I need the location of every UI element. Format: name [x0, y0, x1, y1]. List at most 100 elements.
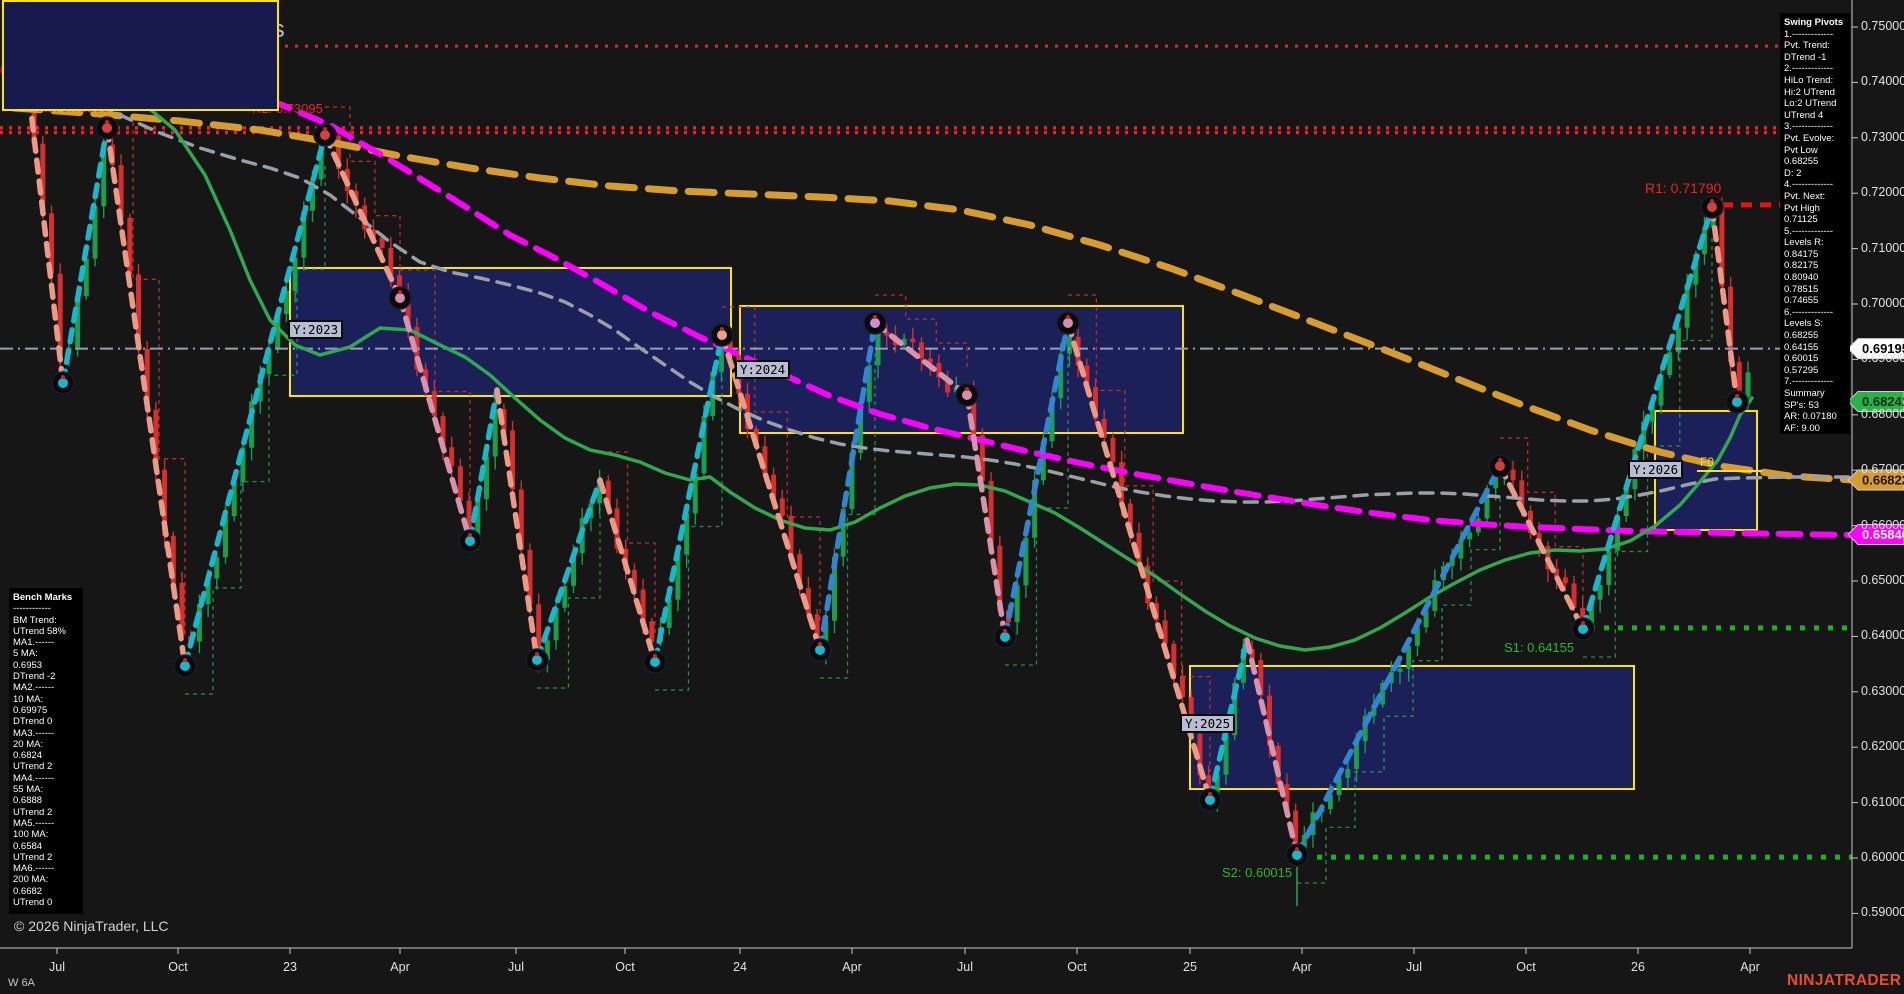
swing-pivots-line: 0.60015 — [1784, 353, 1846, 365]
swing-pivots-line: D: 2 — [1784, 168, 1846, 180]
y-axis-label: 0.69000 — [1861, 351, 1904, 365]
swing-pivots-line: Lo:2 UTrend — [1784, 98, 1846, 110]
swing-pivots-line: Summary — [1784, 388, 1846, 400]
y-axis-label: 0.75000 — [1861, 19, 1904, 33]
swing-pivots-line: 5.------------- — [1784, 226, 1846, 238]
benchmarks-line: UTrend 0 — [13, 897, 79, 908]
y-axis-label: 0.67000 — [1861, 462, 1904, 476]
swing-pivots-line: 7.------------- — [1784, 376, 1846, 388]
swing-pivots-line: Swing Pivots — [1784, 17, 1846, 29]
axes-layer — [0, 0, 1858, 954]
benchmarks-line: MA4.------ — [13, 773, 79, 784]
swing-pivots-line: Pvt. Evolve: — [1784, 133, 1846, 145]
benchmarks-line: MA6.------ — [13, 863, 79, 874]
benchmarks-line: 5 MA: — [13, 648, 79, 659]
x-axis-label: Oct — [1516, 960, 1535, 974]
swing-pivots-line: 2.------------- — [1784, 63, 1846, 75]
benchmarks-line: UTrend 2 — [13, 852, 79, 863]
benchmarks-line: ------------ — [13, 603, 79, 614]
benchmarks-line: UTrend 2 — [13, 761, 79, 772]
price-annotation: R1: 0.71790 — [1645, 180, 1721, 196]
price-annotation: S2: 0.60015 — [1222, 865, 1292, 880]
benchmarks-line: 0.6953 — [13, 660, 79, 671]
y-axis-label: 0.63000 — [1861, 684, 1904, 698]
x-axis-label: Jul — [957, 960, 973, 974]
benchmarks-line: MA3.------ — [13, 728, 79, 739]
swing-pivots-line: HiLo Trend: — [1784, 75, 1846, 87]
y-axis-label: 0.72000 — [1861, 185, 1904, 199]
y-axis-label: 0.66000 — [1861, 518, 1904, 532]
benchmarks-line: BM Trend: — [13, 615, 79, 626]
swing-pivots-line: 0.64155 — [1784, 342, 1846, 354]
year-label[interactable]: Y:2025 — [1180, 714, 1235, 733]
benchmarks-line: MA5.------ — [13, 818, 79, 829]
y-axis-label: 0.65000 — [1861, 573, 1904, 587]
x-axis-label: Oct — [168, 960, 187, 974]
swing-pivots-line: AR: 0.07180 — [1784, 411, 1846, 423]
benchmarks-panel: Bench Marks------------BM Trend:UTrend 5… — [9, 588, 83, 914]
swing-pivots-line: 0.74655 — [1784, 295, 1846, 307]
swing-pivots-line: UTrend 4 — [1784, 110, 1846, 122]
x-axis-label: Oct — [615, 960, 634, 974]
y-axis-label: 0.73000 — [1861, 130, 1904, 144]
benchmarks-line: 0.69975 — [13, 705, 79, 716]
instrument-tag: W 6A — [8, 977, 35, 989]
swing-pivots-line: AF: 9.00 — [1784, 423, 1846, 434]
year-box[interactable] — [290, 268, 731, 396]
swing-pivots-line: 0.71125 — [1784, 214, 1846, 226]
year-box[interactable] — [740, 306, 1183, 433]
swing-pivots-line: SP's: 53 — [1784, 400, 1846, 412]
swing-pivots-line: 0.84175 — [1784, 249, 1846, 261]
y-axis-label: 0.62000 — [1861, 739, 1904, 753]
swing-pivots-line: Pvt Low — [1784, 145, 1846, 157]
x-axis-label: Apr — [1292, 960, 1311, 974]
y-axis-label: 0.68000 — [1861, 407, 1904, 421]
swing-pivots-line: Pvt High — [1784, 203, 1846, 215]
swing-pivots-line: 4.------------- — [1784, 179, 1846, 191]
swing-pivots-line: Levels S: — [1784, 318, 1846, 330]
x-axis-label: Apr — [842, 960, 861, 974]
year-label[interactable]: Y:2024 — [735, 360, 790, 379]
swing-pivots-line: 3.------------- — [1784, 121, 1846, 133]
swing-pivots-line: 0.68255 — [1784, 330, 1846, 342]
x-axis-label: Jul — [508, 960, 524, 974]
benchmarks-line: UTrend 58% — [13, 626, 79, 637]
swing-pivots-line: 0.78515 — [1784, 284, 1846, 296]
swing-level-lines-layer — [1297, 205, 1852, 906]
benchmarks-line: MA1.------ — [13, 637, 79, 648]
year-label[interactable]: Y:2026 — [1628, 460, 1683, 479]
swing-pivots-line: DTrend -1 — [1784, 52, 1846, 64]
benchmarks-line: DTrend -2 — [13, 671, 79, 682]
swing-pivots-line: 6.------------- — [1784, 307, 1846, 319]
benchmarks-line: DTrend 0 — [13, 716, 79, 727]
swing-pivots-panel: Swing Pivots1.-------------Pvt. Trend:DT… — [1780, 13, 1850, 434]
y-axis-label: 0.60000 — [1861, 850, 1904, 864]
y-axis-label: 0.71000 — [1861, 241, 1904, 255]
benchmarks-line: 0.6824 — [13, 750, 79, 761]
swing-pivots-line: Hi:2 UTrend — [1784, 87, 1846, 99]
swing-pivots-line: 0.57295 — [1784, 365, 1846, 377]
swing-pivots-line: 0.68255 — [1784, 156, 1846, 168]
y-axis-label: 0.59000 — [1861, 905, 1904, 919]
swing-pivots-line: Levels R: — [1784, 237, 1846, 249]
price-chart-canvas[interactable]: F0R3: 0.73180R2: 0.73095R1: 0.71790S1: 0… — [0, 0, 1904, 994]
year-label[interactable]: Y:2023 — [288, 320, 343, 339]
x-axis-label: 25 — [1183, 960, 1197, 974]
x-axis-label: Jul — [1406, 960, 1422, 974]
benchmarks-line: 0.6584 — [13, 841, 79, 852]
x-axis-label: 24 — [733, 960, 747, 974]
y-axis-label: 0.64000 — [1861, 628, 1904, 642]
benchmarks-line: UTrend 2 — [13, 807, 79, 818]
benchmarks-line: Bench Marks — [13, 592, 79, 603]
swing-pivots-line: 0.82175 — [1784, 260, 1846, 272]
x-axis-label: 23 — [283, 960, 297, 974]
benchmarks-line: 100 MA: — [13, 829, 79, 840]
y-axis-label: 0.74000 — [1861, 74, 1904, 88]
x-axis-label: 26 — [1631, 960, 1645, 974]
f0-label: F0 — [1700, 455, 1714, 469]
price-marker-layer: 0.691950.682410.668220.65840 — [1848, 339, 1904, 545]
year-boxes-layer — [290, 268, 1757, 789]
swing-pivots-line: 0.80940 — [1784, 272, 1846, 284]
copyright-text: © 2026 NinjaTrader, LLC — [14, 918, 169, 934]
y-axis-label: 0.61000 — [1861, 795, 1904, 809]
